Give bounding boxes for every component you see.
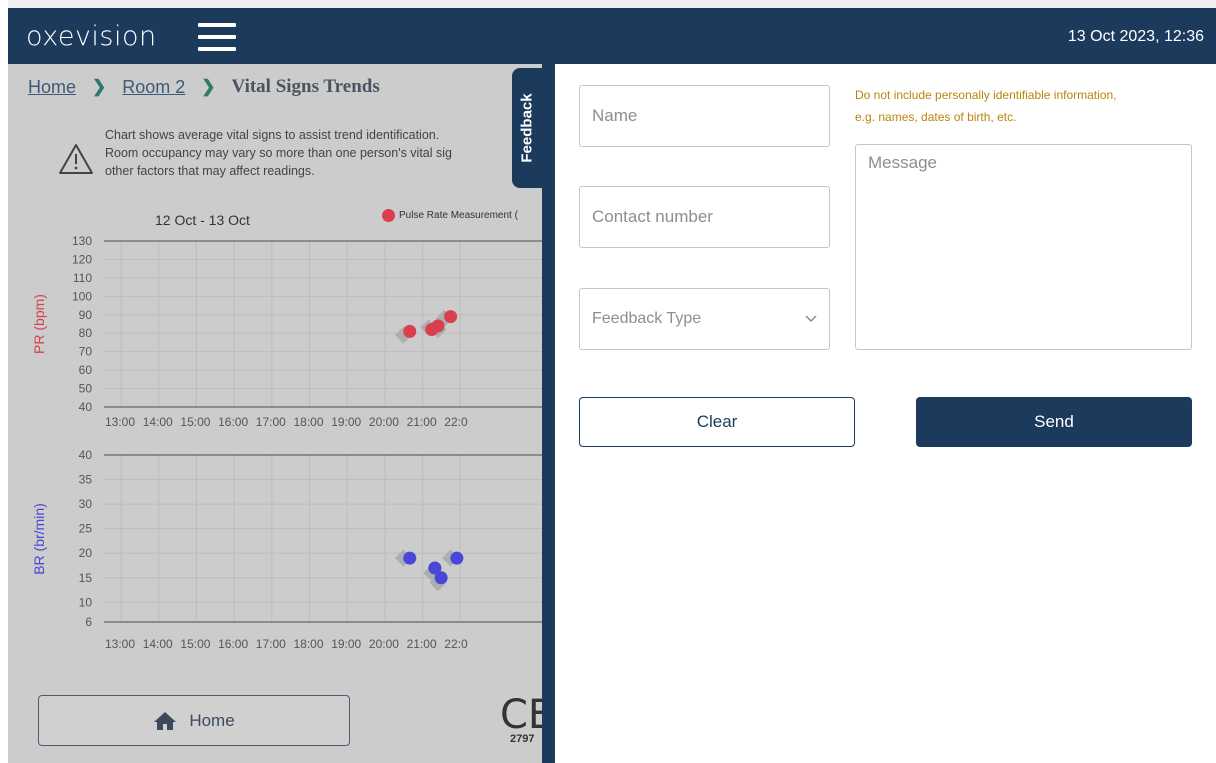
data-point: [403, 551, 417, 565]
send-button[interactable]: Send: [916, 397, 1192, 447]
data-point: [434, 571, 448, 585]
hamburger-menu-icon[interactable]: [198, 23, 236, 51]
feedback-tab[interactable]: Feedback: [512, 68, 542, 188]
feedback-type-value: Feedback Type: [592, 310, 702, 327]
x-tick-label: 14:00: [143, 637, 173, 651]
y-tick-label: 30: [79, 497, 93, 511]
feedback-panel-border: [542, 64, 555, 763]
y-axis-label: PR (bpm): [31, 294, 47, 354]
app-root: oxevision 13 Oct 2023, 12:36 Home ❯ Room…: [0, 0, 1216, 763]
x-tick-label: 18:00: [294, 415, 324, 429]
x-tick-label: 21:00: [407, 415, 437, 429]
data-point: [403, 324, 417, 338]
x-tick-label: 16:00: [218, 415, 248, 429]
x-tick-label: 15:00: [180, 415, 210, 429]
x-tick-label: 18:00: [294, 637, 324, 651]
feedback-tab-label: Feedback: [518, 93, 536, 163]
y-tick-label: 35: [79, 473, 93, 487]
name-input[interactable]: [579, 85, 830, 147]
x-tick-label: 20:00: [369, 415, 399, 429]
ce-code: 2797: [510, 733, 535, 745]
y-tick-label: 10: [79, 595, 93, 609]
x-tick-label: 21:00: [407, 637, 437, 651]
ce-mark: CE: [500, 692, 542, 738]
app-logo: oxevision: [26, 21, 157, 52]
privacy-line: e.g. names, dates of birth, etc.: [855, 110, 1017, 124]
home-button[interactable]: Home: [38, 695, 350, 746]
clear-button[interactable]: Clear: [579, 397, 855, 447]
top-bar: oxevision 13 Oct 2023, 12:36: [8, 8, 1216, 64]
x-tick-label: 19:00: [331, 637, 361, 651]
data-point: [450, 551, 464, 565]
left-edge: [0, 0, 8, 763]
current-datetime: 13 Oct 2023, 12:36: [1067, 28, 1204, 45]
y-tick-label: 80: [79, 326, 93, 340]
data-point: [444, 310, 458, 324]
y-tick-label: 40: [79, 400, 93, 414]
y-axis-label: BR (br/min): [31, 503, 47, 575]
feedback-panel: Feedback Type Do not include personally …: [555, 64, 1216, 763]
x-tick-label: 13:00: [105, 415, 135, 429]
message-textarea[interactable]: [855, 144, 1192, 350]
y-tick-label: 40: [79, 448, 93, 462]
x-tick-label: 17:00: [256, 637, 286, 651]
chevron-down-icon: [805, 315, 817, 323]
y-tick-label: 15: [79, 571, 93, 585]
y-tick-label: 90: [79, 308, 93, 322]
privacy-line: Do not include personally identifiable i…: [855, 88, 1117, 102]
y-tick-label: 120: [72, 252, 92, 266]
x-tick-label: 15:00: [180, 637, 210, 651]
y-tick-label: 50: [79, 382, 93, 396]
contact-number-input[interactable]: [579, 186, 830, 248]
y-tick-label: 25: [79, 522, 93, 536]
data-point: [431, 319, 445, 333]
y-tick-label: 70: [79, 345, 93, 359]
x-tick-label: 14:00: [143, 415, 173, 429]
vital-signs-charts: 130 120 110 100 90 80 70 60 50 40 13:00 14:00 15:00 1…: [31, 234, 542, 651]
y-tick-label: 100: [72, 289, 92, 303]
home-button-label: Home: [189, 710, 235, 730]
privacy-warning: Do not include personally identifiable i…: [855, 84, 1117, 128]
y-tick-label: 6: [85, 615, 92, 629]
home-icon: [154, 711, 177, 730]
x-tick-label: 19:00: [331, 415, 361, 429]
x-tick-label: 16:00: [218, 637, 248, 651]
x-tick-label: 22:0: [444, 415, 468, 429]
x-tick-label: 22:0: [444, 637, 468, 651]
vital-signs-page: Home ❯ Room 2 ❯ Vital Signs Trends Chart…: [8, 64, 542, 763]
x-tick-label: 13:00: [105, 637, 135, 651]
y-tick-label: 60: [79, 363, 93, 377]
feedback-type-select[interactable]: Feedback Type: [579, 288, 830, 350]
y-tick-label: 130: [72, 234, 92, 248]
y-tick-label: 20: [79, 546, 93, 560]
x-tick-label: 20:00: [369, 637, 399, 651]
x-tick-label: 17:00: [256, 415, 286, 429]
y-tick-label: 110: [73, 271, 92, 285]
